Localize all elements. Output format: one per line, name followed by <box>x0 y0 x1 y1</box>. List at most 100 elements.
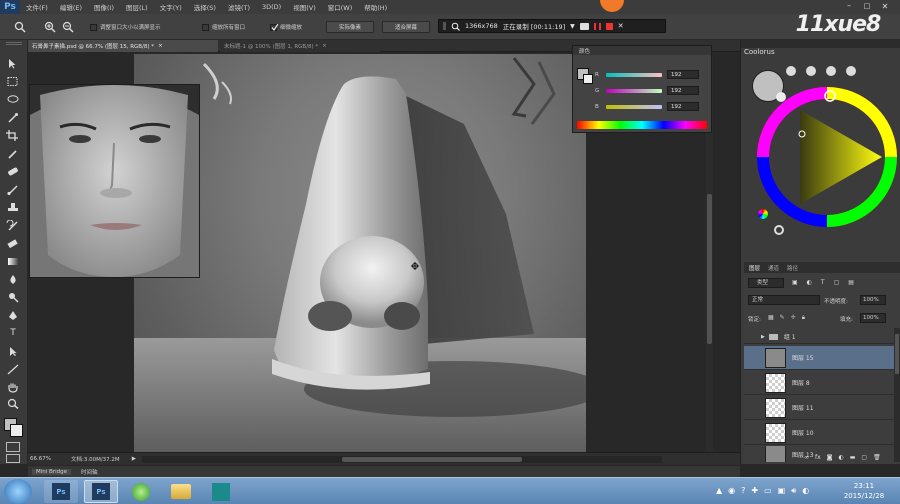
zoom-in-icon[interactable] <box>44 21 56 33</box>
tab-close-icon[interactable]: × <box>322 43 327 49</box>
healing-brush-tool-icon[interactable] <box>6 166 20 179</box>
fit-screen-button[interactable]: 适合屏幕 <box>382 21 430 33</box>
visibility-toggle[interactable] <box>747 330 757 344</box>
scrollbar-thumb[interactable] <box>707 194 712 344</box>
filter-type-icon[interactable]: T <box>821 279 825 286</box>
tray-volume-icon[interactable]: 🔊︎ <box>791 486 796 496</box>
blur-tool-icon[interactable] <box>6 274 20 287</box>
tab-paths[interactable]: 路径 <box>787 264 798 272</box>
lock-position-icon[interactable]: ✛ <box>791 314 796 322</box>
layer-mask-icon[interactable]: ◙ <box>827 454 833 461</box>
horizontal-scrollbar-thumb[interactable] <box>341 456 522 462</box>
lasso-tool-icon[interactable] <box>6 94 20 107</box>
coolorus-mode-icon[interactable] <box>806 66 816 76</box>
zoom-level[interactable]: 66.67% <box>30 456 51 462</box>
status-arrow-icon[interactable]: ▶ <box>132 456 136 462</box>
opacity-field[interactable]: 100% <box>860 295 886 305</box>
menu-file[interactable]: 文件(F) <box>20 2 54 12</box>
resize-windows-option[interactable]: 调整窗口大小以满屏显示 <box>90 23 161 31</box>
layer-group-row[interactable]: ▶ 组 1 <box>744 330 894 344</box>
filter-smart-icon[interactable]: ▤ <box>848 279 854 286</box>
layer-row-8[interactable]: 图层 8 <box>744 371 894 395</box>
line-tool-icon[interactable] <box>6 364 20 377</box>
coolorus-settings-icon[interactable] <box>774 225 784 235</box>
tray-monitor-icon[interactable]: ▭ <box>764 486 772 496</box>
adjustment-layer-icon[interactable]: ◐ <box>839 454 844 461</box>
tray-app-icon[interactable]: ◉ <box>728 486 735 496</box>
tab-nose-sketch[interactable]: 石膏鼻子素描.psd @ 66.7% (图层 15, RGB/8) * × <box>28 40 218 52</box>
red-slider[interactable] <box>606 72 662 77</box>
taskbar-file-explorer[interactable] <box>164 480 198 503</box>
taskbar-browser[interactable] <box>124 480 158 503</box>
tray-show-hidden-icon[interactable]: ▲ <box>716 486 722 496</box>
color-bg-swatch[interactable] <box>583 74 593 84</box>
layer-row-10[interactable]: 图层 10 <box>744 421 894 445</box>
lock-all-icon[interactable]: 🔒︎ <box>802 314 805 322</box>
menu-3d[interactable]: 3D(D) <box>256 3 287 11</box>
tray-network-icon[interactable]: ▣ <box>778 486 786 496</box>
coolorus-mode-icon[interactable] <box>846 66 856 76</box>
zoom-tool-sidebar-icon[interactable] <box>6 398 20 411</box>
new-group-icon[interactable]: ▬ <box>850 454 856 461</box>
resize-windows-checkbox[interactable] <box>90 23 97 31</box>
green-value-field[interactable]: 192 <box>667 86 699 95</box>
fill-field[interactable]: 100% <box>860 313 886 323</box>
quick-select-tool-icon[interactable] <box>6 112 20 125</box>
visibility-toggle[interactable] <box>747 346 757 370</box>
menu-type[interactable]: 文字(Y) <box>154 2 188 12</box>
crop-tool-icon[interactable] <box>6 130 20 143</box>
menu-filter[interactable]: 滤镜(T) <box>222 2 256 12</box>
zoom-out-icon[interactable] <box>62 21 74 33</box>
coolorus-secondary-color[interactable] <box>776 92 786 102</box>
tab-mini-bridge[interactable]: Mini Bridge <box>32 468 71 475</box>
menu-select[interactable]: 选择(S) <box>188 2 222 12</box>
gradient-tool-icon[interactable] <box>6 256 20 269</box>
screen-mode-icon[interactable] <box>6 454 20 463</box>
layers-scrollbar-thumb[interactable] <box>895 334 899 374</box>
menu-view[interactable]: 视图(V) <box>287 2 322 12</box>
scrubby-zoom-option[interactable]: 细微缩放 <box>270 23 302 31</box>
layer-kind-filter[interactable]: 类型 <box>748 278 784 288</box>
delete-layer-icon[interactable]: 🗑︎ <box>873 454 881 461</box>
history-brush-tool-icon[interactable] <box>6 219 20 233</box>
zoom-all-option[interactable]: 缩放所有窗口 <box>202 23 245 31</box>
quick-mask-icon[interactable] <box>6 442 20 452</box>
menu-image[interactable]: 图像(I) <box>88 2 120 12</box>
tray-speaker-icon[interactable]: ◐ <box>802 486 809 496</box>
group-expand-icon[interactable]: ▶ <box>761 334 765 340</box>
coolorus-color-wheel[interactable] <box>756 86 898 228</box>
recorder-pause-icon[interactable] <box>593 22 601 30</box>
visibility-toggle[interactable] <box>747 421 757 445</box>
tab-close-icon[interactable]: × <box>158 43 163 49</box>
pen-tool-icon[interactable] <box>6 310 20 323</box>
filter-pixel-icon[interactable]: ▣ <box>792 279 798 286</box>
zoom-tool-icon[interactable] <box>14 21 26 33</box>
coolorus-mode-icon[interactable] <box>786 66 796 76</box>
recorder-camera-icon[interactable] <box>579 22 589 30</box>
artboard[interactable] <box>134 54 604 452</box>
layer-row-15[interactable]: 图层 15 <box>744 346 894 370</box>
recorder-search-icon[interactable] <box>451 22 460 31</box>
layer-row-11[interactable]: 图层 11 <box>744 396 894 420</box>
menu-edit[interactable]: 编辑(E) <box>54 2 88 12</box>
eyedropper-tool-icon[interactable] <box>6 148 20 161</box>
link-layers-icon[interactable]: ∞ <box>804 454 809 461</box>
path-selection-tool-icon[interactable] <box>6 346 20 359</box>
color-spectrum-bar[interactable] <box>577 121 707 129</box>
taskbar-recorder-app[interactable] <box>204 480 238 503</box>
move-tool-icon[interactable] <box>6 58 20 71</box>
layer-style-icon[interactable]: fx <box>815 454 821 461</box>
coolorus-hue-mode-icon[interactable] <box>758 209 768 219</box>
start-button[interactable] <box>4 479 32 504</box>
layers-scrollbar[interactable] <box>894 328 900 462</box>
menu-window[interactable]: 窗口(W) <box>322 2 359 12</box>
lock-paint-icon[interactable]: ✎ <box>780 314 785 322</box>
marquee-tool-icon[interactable] <box>6 76 20 89</box>
recorder-close-icon[interactable]: ✕ <box>618 22 624 30</box>
blend-mode-select[interactable]: 正常 <box>748 295 820 305</box>
zoom-all-checkbox[interactable] <box>202 23 209 31</box>
blue-value-field[interactable]: 192 <box>667 102 699 111</box>
background-color-swatch[interactable] <box>10 424 23 437</box>
visibility-toggle[interactable] <box>747 396 757 420</box>
actual-pixels-button[interactable]: 实际像素 <box>326 21 374 33</box>
